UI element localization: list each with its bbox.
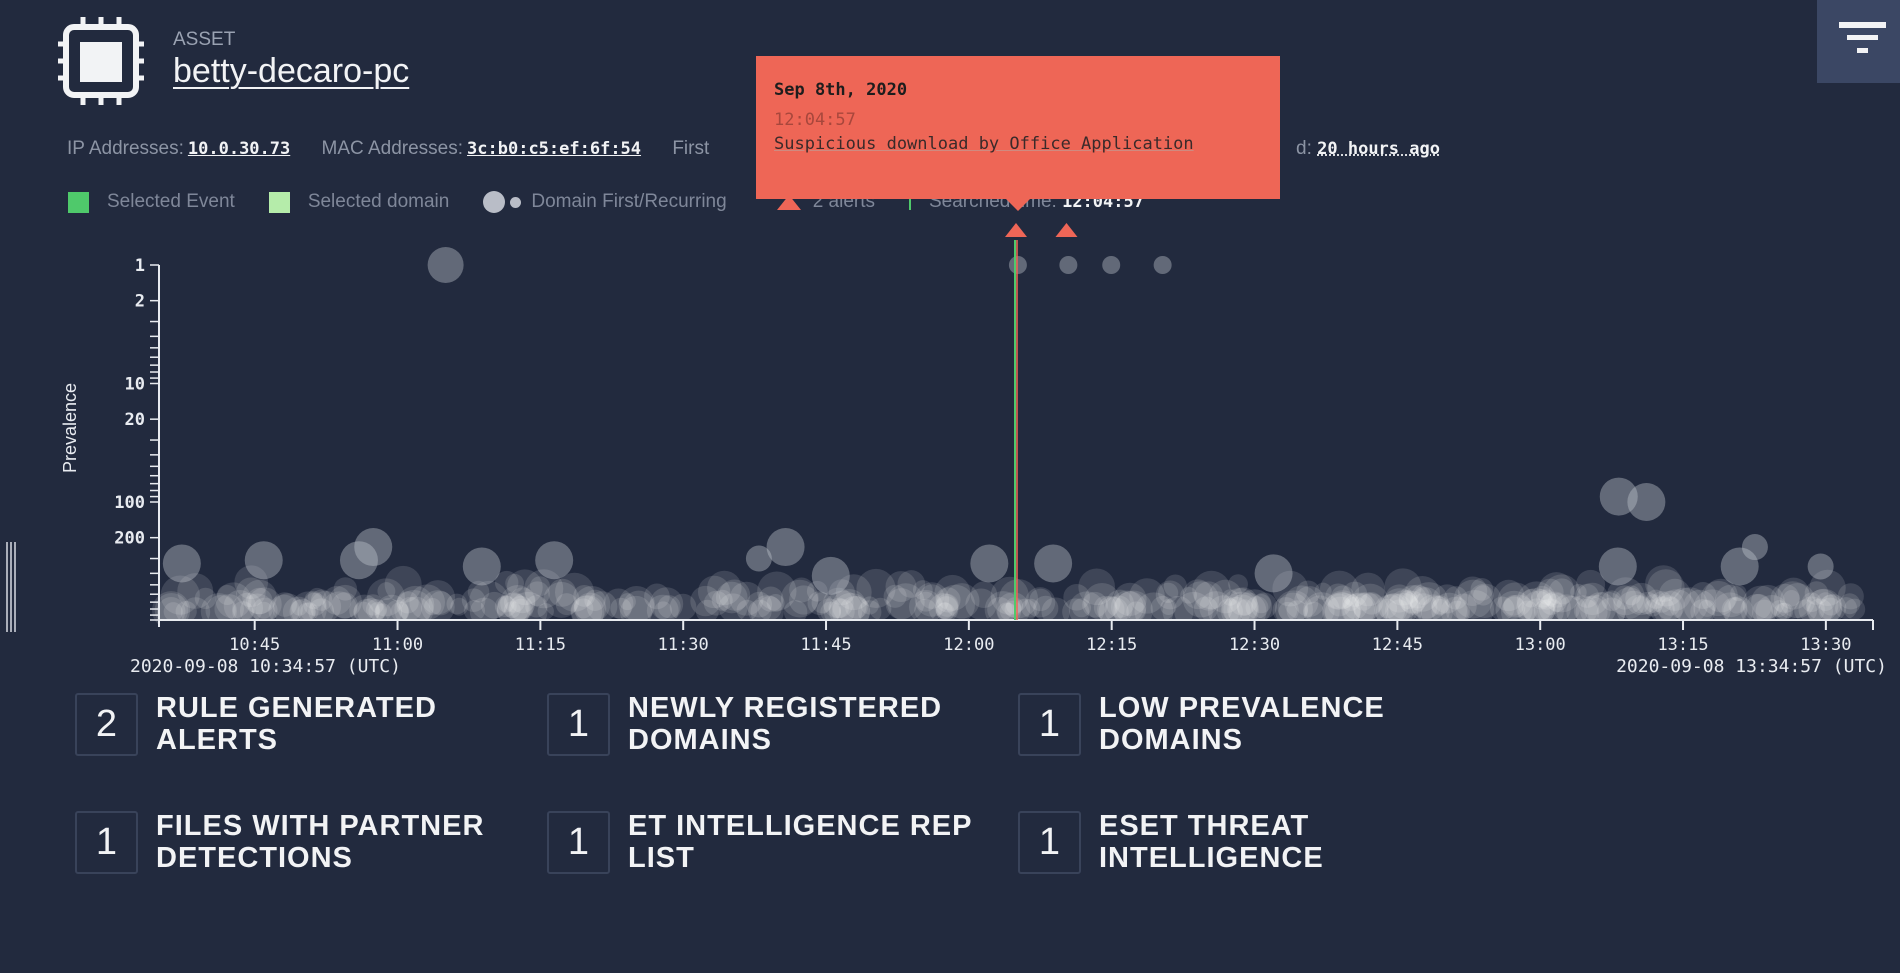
alert-summary-card[interactable]: 2 RULE GENERATED ALERTS <box>75 692 516 756</box>
domain-bubble <box>1598 547 1637 586</box>
domain-bubble <box>427 247 464 283</box>
domain-bubble <box>998 579 1039 619</box>
y-tick-label: 2 <box>135 292 145 312</box>
y-tick-label: 200 <box>114 529 145 549</box>
domain-bubble <box>914 582 950 617</box>
card-count: 1 <box>75 810 138 874</box>
domain-bubble <box>1627 483 1666 521</box>
y-tick-label: 10 <box>125 375 145 395</box>
event-tooltip: Sep 8th, 2020 12:04:57 Suspicious downlo… <box>756 56 1280 211</box>
domain-bubble <box>1277 592 1309 624</box>
domain-bubble <box>1547 592 1567 613</box>
card-label: FILES WITH PARTNER DETECTIONS <box>156 810 485 874</box>
x-end-label: 2020-09-08 13:34:57 (UTC) <box>1616 656 1887 677</box>
domain-bubble <box>535 541 574 580</box>
domain-bubble <box>339 541 378 580</box>
domain-bubble <box>377 582 396 601</box>
alert-summary-card[interactable]: 1 NEWLY REGISTERED DOMAINS <box>547 692 988 756</box>
domain-bubble <box>1254 554 1293 593</box>
domain-bubble <box>766 528 805 567</box>
card-label: ESET THREAT INTELLIGENCE <box>1099 810 1324 874</box>
resize-handle[interactable] <box>6 542 18 632</box>
x-tick-label: 12:15 <box>1086 635 1137 655</box>
x-tick-label: 13:00 <box>1515 635 1566 655</box>
filter-icon <box>1839 22 1886 53</box>
domain-bubble <box>1489 596 1515 622</box>
domain-bubble <box>1668 587 1701 621</box>
x-tick-label: 10:45 <box>229 635 280 655</box>
x-tick-label: 13:30 <box>1800 635 1851 655</box>
y-tick-label: 100 <box>114 493 145 513</box>
alert-triangle-marker <box>1055 223 1078 237</box>
domain-bubble <box>1228 574 1248 595</box>
card-count: 1 <box>547 810 610 874</box>
x-tick-label: 12:30 <box>1229 635 1280 655</box>
x-tick-label: 11:45 <box>800 635 851 655</box>
x-tick-label: 12:00 <box>943 635 994 655</box>
domain-bubble <box>1059 256 1078 274</box>
alert-triangle-marker <box>1005 223 1027 237</box>
domain-bubble <box>811 556 850 595</box>
domain-bubble <box>1008 256 1027 274</box>
domain-bubble <box>869 597 892 620</box>
y-tick-label: 1 <box>135 256 145 276</box>
domain-bubble <box>461 588 486 612</box>
card-count: 2 <box>75 692 138 756</box>
card-label: RULE GENERATED ALERTS <box>156 692 437 756</box>
alert-summary-card[interactable]: 1 ESET THREAT INTELLIGENCE <box>1018 810 1459 874</box>
y-tick-label: 20 <box>125 410 145 430</box>
x-tick-label: 13:15 <box>1657 635 1708 655</box>
tooltip-time: 12:04:57 <box>774 110 856 130</box>
filter-button[interactable] <box>1817 0 1900 83</box>
domain-bubble <box>711 589 733 611</box>
domain-bubble <box>1153 256 1172 274</box>
alert-summary-card[interactable]: 1 FILES WITH PARTNER DETECTIONS <box>75 810 516 874</box>
card-count: 1 <box>547 692 610 756</box>
alert-summary-card[interactable]: 1 LOW PREVALENCE DOMAINS <box>1018 692 1459 756</box>
domain-bubble <box>162 544 201 583</box>
alert-summary-card[interactable]: 1 ET INTELLIGENCE REP LIST <box>547 810 988 874</box>
card-count: 1 <box>1018 810 1081 874</box>
domain-bubble <box>965 588 997 620</box>
domain-bubble <box>1807 553 1834 580</box>
domain-bubble <box>1720 547 1759 586</box>
tooltip-message: Suspicious download by Office Applicatio… <box>774 134 1194 154</box>
domain-bubble <box>462 547 501 586</box>
x-tick-label: 11:00 <box>372 635 423 655</box>
x-tick-label: 11:30 <box>658 635 709 655</box>
y-axis-label: Prevalence <box>60 383 80 473</box>
x-tick-label: 12:45 <box>1372 635 1423 655</box>
domain-bubble <box>1102 256 1121 274</box>
domain-bubble <box>618 586 655 623</box>
domain-bubble <box>1398 589 1419 610</box>
domain-bubble <box>1193 596 1219 621</box>
domain-bubble <box>1237 589 1273 625</box>
domain-bubble <box>745 545 772 572</box>
domain-bubble <box>1163 574 1187 598</box>
card-count: 1 <box>1018 692 1081 756</box>
card-label: ET INTELLIGENCE REP LIST <box>628 810 972 874</box>
domain-bubble <box>1804 581 1829 605</box>
tooltip-date: Sep 8th, 2020 <box>774 80 908 100</box>
card-label: NEWLY REGISTERED DOMAINS <box>628 692 943 756</box>
domain-bubble <box>1034 544 1073 583</box>
domain-bubble <box>244 541 283 580</box>
x-start-label: 2020-09-08 10:34:57 (UTC) <box>130 656 401 677</box>
domain-bubble <box>1352 592 1382 621</box>
domain-bubble <box>1093 595 1118 620</box>
domain-bubble <box>1160 598 1177 615</box>
x-tick-label: 11:15 <box>515 635 566 655</box>
domain-bubble <box>1612 585 1637 610</box>
domain-bubble <box>310 589 333 611</box>
card-label: LOW PREVALENCE DOMAINS <box>1099 692 1385 756</box>
domain-bubble <box>789 577 815 603</box>
domain-bubble <box>1470 578 1494 601</box>
domain-bubble <box>970 544 1009 583</box>
